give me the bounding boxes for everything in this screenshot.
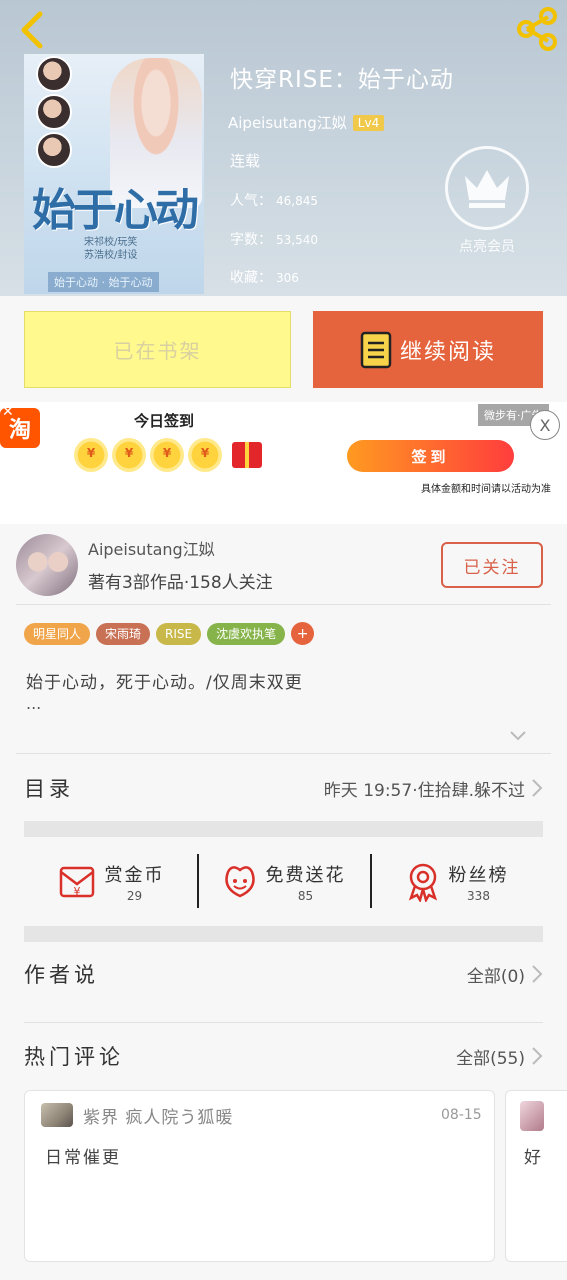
chevron-right-icon: [532, 965, 543, 983]
follow-button[interactable]: 已关注: [441, 542, 543, 588]
reward-fans[interactable]: 粉丝榜 338: [370, 852, 543, 912]
tag[interactable]: 明星同人: [24, 622, 91, 645]
book-cover[interactable]: 始于心动 宋祁校/玩笑 苏浩校/封设 始于心动 · 始于心动: [24, 54, 204, 294]
medal-icon: [408, 863, 437, 902]
coin-icon: ¥: [148, 436, 186, 480]
cover-title: 始于心动: [32, 185, 199, 236]
cover-avatar-3: [36, 132, 72, 168]
flower-icon: [224, 866, 255, 898]
tag[interactable]: RISE: [156, 622, 202, 645]
avatar[interactable]: [520, 1101, 544, 1131]
hot-comments-row[interactable]: 热门评论 全部(55): [24, 1036, 543, 1076]
popularity-stat: 人气： 46,845: [230, 193, 318, 209]
catalog-row[interactable]: 目录 昨天 19:57·住拾肆.躲不过: [24, 768, 543, 808]
ad-banner[interactable]: 淘 ✕ 今日签到 ¥ ¥ ¥ ¥ 微步有·广告 X 签到 具体金额和时间请以活动…: [0, 402, 567, 524]
reward-bar: ¥ 赏金币 29 免费送花 85 粉丝榜 338: [24, 852, 543, 912]
author-says-label: 作者说: [24, 963, 99, 987]
gift-icon: [232, 442, 262, 468]
book-title: 快穿RISE：始于心动: [230, 67, 454, 93]
comment-user[interactable]: 紫界 疯人院う狐暖: [83, 1103, 233, 1128]
section-separator: [24, 926, 543, 942]
vip-label: 点亮会员: [459, 239, 515, 255]
book-description: 始于心动，死于心动。/仅周末双更: [26, 673, 303, 693]
book-detail-body: Aipeisutang江姒 著有3部作品·158人关注 已关注 明星同人 宋雨琦…: [0, 524, 567, 1280]
cover-credits: 宋祁校/玩笑 苏浩校/封设: [84, 237, 138, 261]
coin-icon: ¥: [110, 436, 148, 480]
description-ellipsis: ...: [26, 694, 42, 713]
section-separator: [24, 821, 543, 837]
author-says-row[interactable]: 作者说 全部(0): [24, 954, 543, 994]
divider: [16, 604, 551, 605]
add-tag-button[interactable]: +: [291, 622, 315, 645]
hot-comments-label: 热门评论: [24, 1045, 124, 1069]
serial-status: 连载: [230, 152, 261, 170]
latest-chapter: 昨天 19:57·住拾肆.躲不过: [323, 780, 525, 801]
svg-text:¥: ¥: [73, 885, 80, 898]
avatar[interactable]: [41, 1103, 73, 1127]
comment-text: 日常催更: [45, 1148, 121, 1168]
signin-button[interactable]: 签到: [347, 440, 514, 472]
hot-comments-all: 全部(55): [456, 1048, 525, 1069]
coin-row: ¥ ¥ ¥ ¥: [72, 436, 224, 480]
book-header: 始于心动 宋祁校/玩笑 苏浩校/封设 始于心动 · 始于心动 快穿RISE：始于…: [0, 0, 567, 296]
author-name[interactable]: Aipeisutang江姒: [228, 112, 347, 133]
book-icon: [360, 331, 392, 368]
favorites-stat: 收藏： 306: [230, 270, 299, 286]
comment-card[interactable]: 紫界 疯人院う狐暖 08-15 日常催更: [24, 1090, 495, 1262]
back-arrow-icon[interactable]: [12, 8, 52, 52]
reward-coins[interactable]: ¥ 赏金币 29: [24, 852, 197, 912]
author-line: Aipeisutang江姒 Lv4: [228, 112, 385, 133]
comment-date: 08-15: [441, 1107, 482, 1123]
tag-list: 明星同人 宋雨琦 RISE 沈虞欢执笔 +: [24, 622, 315, 645]
continue-reading-label: 继续阅读: [399, 339, 496, 365]
tag[interactable]: 沈虞欢执笔: [207, 622, 286, 645]
author-card-name[interactable]: Aipeisutang江姒: [88, 536, 215, 560]
cover-avatar-2: [36, 94, 72, 130]
share-icon[interactable]: [514, 6, 560, 52]
author-avatar[interactable]: [16, 534, 78, 596]
author-says-all: 全部(0): [466, 966, 525, 987]
comment-card[interactable]: 好: [505, 1090, 567, 1262]
ad-title: 今日签到: [134, 412, 195, 430]
catalog-label: 目录: [24, 777, 74, 801]
coin-icon: ¥: [72, 436, 110, 480]
close-icon[interactable]: X: [530, 410, 560, 440]
divider: [24, 1022, 543, 1023]
reward-flower[interactable]: 免费送花 85: [197, 852, 370, 912]
comment-text: 好: [524, 1148, 541, 1168]
level-badge: Lv4: [352, 114, 385, 131]
chevron-right-icon: [532, 1047, 543, 1065]
chevron-down-icon[interactable]: [508, 729, 528, 743]
ad-dismiss-icon[interactable]: ✕: [2, 404, 14, 420]
in-shelf-button[interactable]: 已在书架: [24, 311, 291, 388]
coin-icon: ¥: [186, 436, 224, 480]
tag[interactable]: 宋雨琦: [96, 622, 151, 645]
cover-avatar-1: [36, 56, 72, 92]
vip-membership[interactable]: 点亮会员: [444, 146, 530, 258]
ad-note: 具体金额和时间请以活动为准: [421, 484, 551, 495]
continue-reading-button[interactable]: 继续阅读: [313, 311, 543, 388]
author-card-meta: 著有3部作品·158人关注: [88, 573, 273, 593]
chevron-right-icon: [532, 779, 543, 797]
red-envelope-icon: ¥: [59, 866, 94, 898]
word-count-stat: 字数： 53,540: [230, 232, 318, 248]
divider: [16, 753, 551, 754]
cover-footer: 始于心动 · 始于心动: [48, 272, 159, 292]
crown-icon: [465, 170, 509, 208]
